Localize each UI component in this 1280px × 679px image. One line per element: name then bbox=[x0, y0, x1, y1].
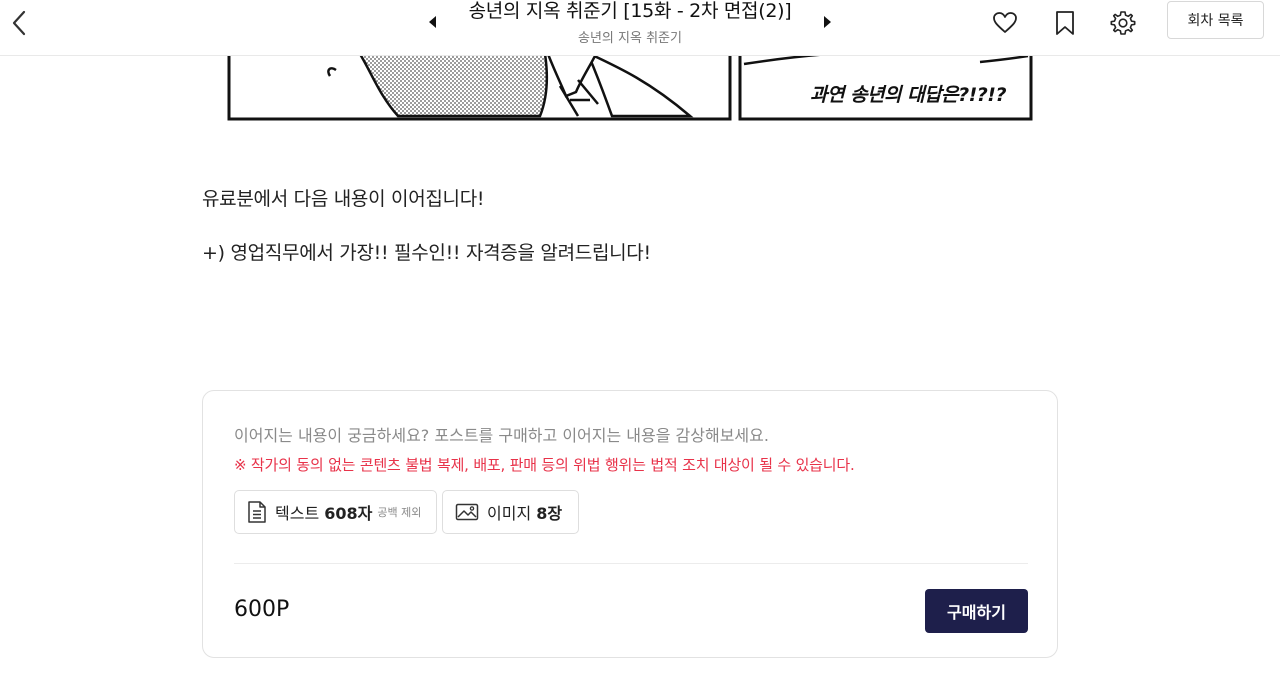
prev-episode-icon[interactable] bbox=[426, 14, 440, 30]
series-title[interactable]: 송년의 지옥 취준기 bbox=[450, 27, 810, 46]
comic-panel-left bbox=[227, 48, 732, 121]
next-episode-icon[interactable] bbox=[820, 14, 834, 30]
episode-title: 송년의 지옥 취준기 [15화 - 2차 면접(2)] bbox=[468, 0, 792, 22]
purchase-card: 이어지는 내용이 궁금하세요? 포스트를 구매하고 이어지는 내용을 감상해보세… bbox=[202, 390, 1058, 658]
image-chip-label: 이미지 bbox=[487, 504, 532, 523]
image-count-chip: 이미지 8장 bbox=[442, 490, 579, 534]
top-bar: 송년의 지옥 취준기 [15화 - 2차 면접(2)] 송년의 지옥 취준기 회… bbox=[0, 0, 1280, 56]
gear-icon[interactable] bbox=[1110, 10, 1136, 36]
text-chip-label: 텍스트 bbox=[275, 504, 320, 523]
price-label: 600P bbox=[234, 597, 290, 622]
text-count-chip: 텍스트 608자 공백 제외 bbox=[234, 490, 437, 534]
teaser-line-1: 유료분에서 다음 내용이 이어집니다! bbox=[202, 188, 485, 210]
copyright-warning: ※ 작가의 동의 없는 콘텐츠 불법 복제, 배포, 판매 등의 위법 행위는 … bbox=[234, 456, 855, 474]
comic-panel-strip bbox=[0, 48, 1280, 122]
heart-icon[interactable] bbox=[992, 10, 1018, 36]
comic-speech-text: 과연 송년의 대답은?!?!? bbox=[810, 84, 1006, 106]
episode-list-button[interactable]: 회차 목록 bbox=[1167, 1, 1264, 39]
text-chip-count: 608자 bbox=[324, 504, 373, 523]
back-icon[interactable] bbox=[8, 8, 32, 38]
buy-button[interactable]: 구매하기 bbox=[925, 589, 1028, 633]
episode-title-area: 송년의 지옥 취준기 [15화 - 2차 면접(2)] 송년의 지옥 취준기 bbox=[390, 0, 870, 55]
purchase-info-text: 이어지는 내용이 궁금하세요? 포스트를 구매하고 이어지는 내용을 감상해보세… bbox=[234, 426, 769, 445]
document-icon bbox=[248, 501, 266, 523]
image-icon bbox=[455, 503, 479, 521]
bookmark-icon[interactable] bbox=[1052, 10, 1078, 36]
text-chip-note: 공백 제외 bbox=[377, 506, 422, 519]
image-chip-count: 8장 bbox=[536, 504, 563, 523]
teaser-line-2: +) 영업직무에서 가장!! 필수인!! 자격증을 알려드립니다! bbox=[202, 242, 651, 264]
divider bbox=[234, 563, 1028, 564]
